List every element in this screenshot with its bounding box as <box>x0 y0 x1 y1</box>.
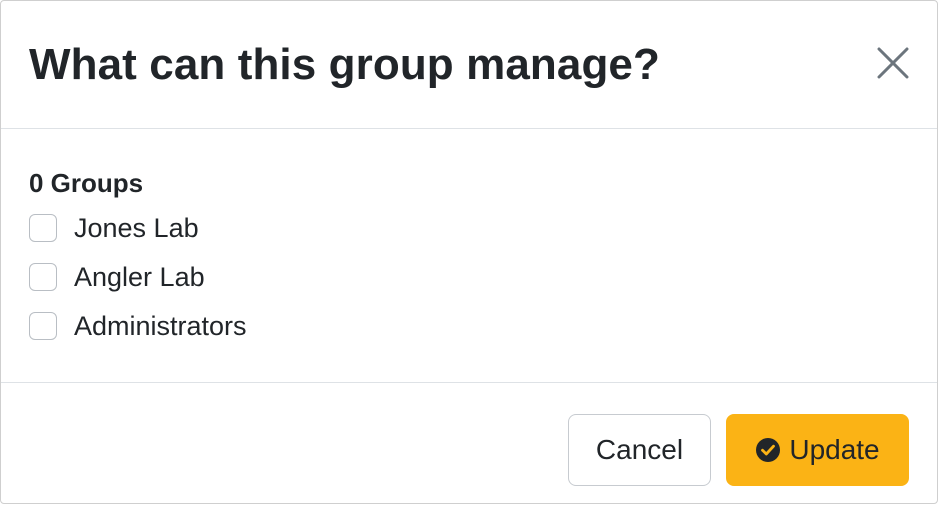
close-icon <box>871 41 915 85</box>
manage-groups-dialog: What can this group manage? 0 Groups Jon… <box>0 0 938 504</box>
group-option-jones-lab[interactable]: Jones Lab <box>29 211 199 245</box>
group-option-label: Angler Lab <box>74 262 205 292</box>
dialog-header: What can this group manage? <box>1 1 937 129</box>
group-checkbox[interactable] <box>29 312 57 340</box>
cancel-button[interactable]: Cancel <box>568 414 711 486</box>
group-option-label: Jones Lab <box>74 213 199 243</box>
group-option-administrators[interactable]: Administrators <box>29 309 247 343</box>
group-checkbox[interactable] <box>29 263 57 291</box>
dialog-title: What can this group manage? <box>29 40 660 89</box>
group-option-angler-lab[interactable]: Angler Lab <box>29 260 205 294</box>
dialog-body: 0 Groups Jones Lab Angler Lab Administra… <box>1 129 937 383</box>
update-button-label: Update <box>789 434 880 465</box>
update-button[interactable]: Update <box>726 414 909 486</box>
dialog-footer: Cancel Update <box>1 383 937 505</box>
close-button[interactable] <box>871 41 915 85</box>
group-option-label: Administrators <box>74 311 247 341</box>
group-checkbox[interactable] <box>29 214 57 242</box>
check-circle-icon <box>755 437 781 463</box>
group-count-label: 0 Groups <box>29 168 144 198</box>
